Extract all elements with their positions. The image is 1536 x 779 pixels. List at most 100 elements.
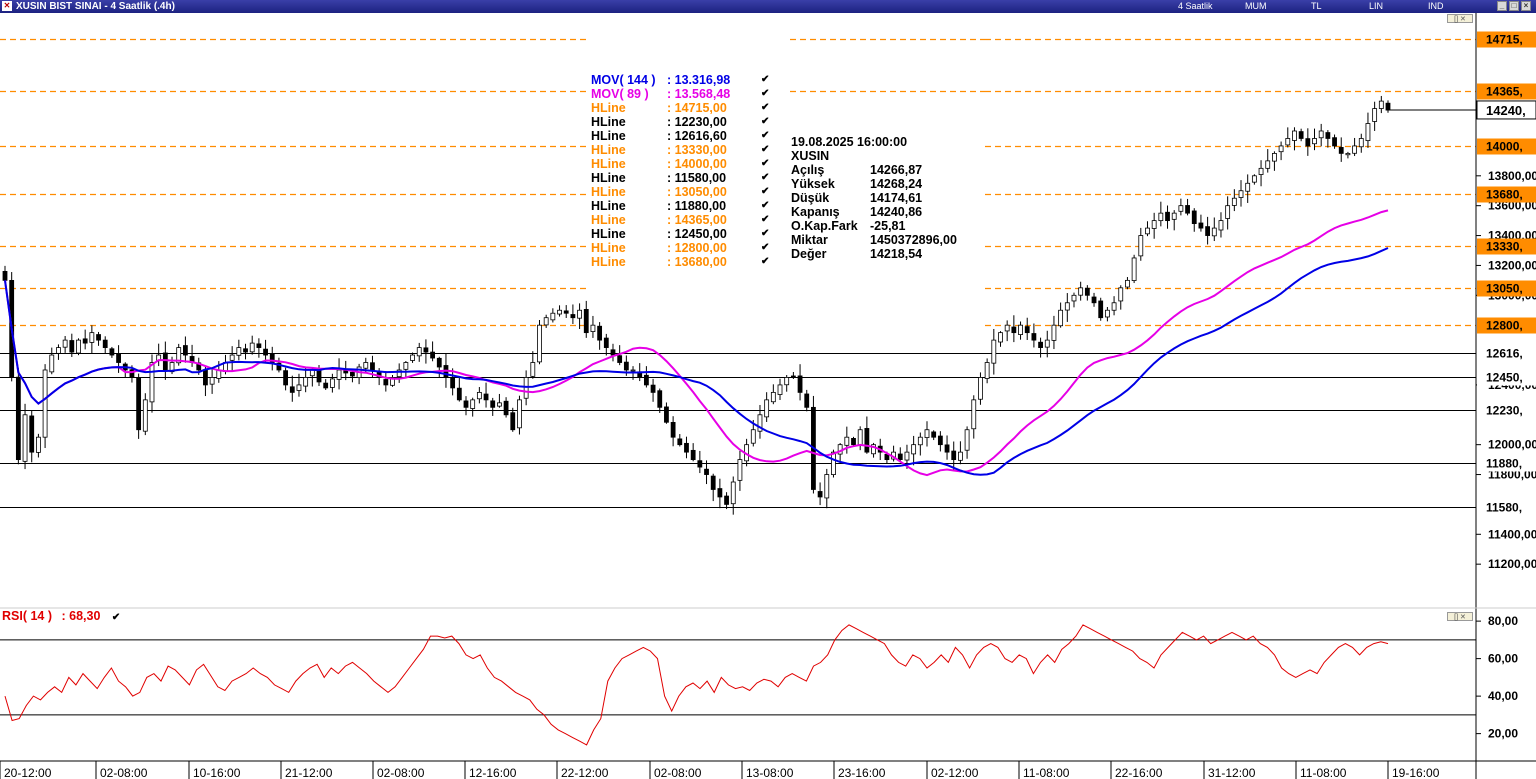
candle-body — [283, 370, 289, 386]
checkmark-icon[interactable]: ✔ — [761, 157, 769, 171]
time-tick-label: 02-08:00 — [654, 766, 702, 779]
candle — [22, 403, 28, 470]
candle-body — [543, 317, 549, 326]
price-pane — [0, 38, 1476, 515]
candle — [182, 336, 188, 363]
checkmark-icon[interactable]: ✔ — [761, 115, 769, 129]
checkmark-icon[interactable]: ✔ — [761, 227, 769, 241]
candle — [1158, 201, 1164, 227]
candle-body — [1098, 300, 1104, 319]
candle — [677, 434, 683, 447]
indicator-selector[interactable]: IND — [1428, 0, 1444, 13]
time-tick-label: 11-08:00 — [1300, 766, 1347, 779]
candle — [256, 338, 262, 358]
scale-selector[interactable]: LIN — [1369, 0, 1383, 13]
candle-body — [1338, 147, 1344, 154]
candle — [1325, 130, 1331, 148]
candle-body — [583, 309, 589, 334]
candle-body — [350, 371, 355, 377]
candle — [824, 468, 830, 509]
candle — [610, 343, 616, 362]
candle-body — [737, 459, 743, 481]
candle — [1365, 112, 1371, 148]
candle-body — [1305, 138, 1311, 147]
rsi-tick-label: 60,00 — [1488, 652, 1518, 666]
candle-body — [1372, 108, 1378, 122]
checkmark-icon[interactable]: ✔ — [761, 73, 769, 87]
time-tick-label: 02-08:00 — [100, 766, 148, 779]
period-selector[interactable]: 4 Saatlik — [1178, 0, 1213, 13]
candle-body — [704, 468, 709, 475]
legend-value: : 13330,00 — [667, 143, 727, 157]
checkmark-icon[interactable]: ✔ — [761, 255, 769, 269]
candle-body — [971, 399, 977, 430]
candle-body — [483, 393, 489, 401]
candle-body — [430, 351, 435, 359]
checkmark-icon[interactable]: ✔ — [112, 612, 120, 623]
checkmark-icon[interactable]: ✔ — [761, 101, 769, 115]
time-tick-label: 19-16:00 — [1392, 766, 1440, 779]
rsi-pane-options-button[interactable]: [] ✕ — [1447, 612, 1473, 621]
candle-body — [1251, 175, 1257, 183]
price-tick-label: 13800,00 — [1488, 169, 1536, 183]
checkmark-icon[interactable]: ✔ — [761, 129, 769, 143]
candle — [289, 375, 295, 402]
info-value: 14268,24 — [870, 177, 923, 191]
candle-body — [664, 406, 669, 423]
candle-body — [102, 339, 108, 348]
candle — [463, 396, 469, 416]
candle — [1225, 196, 1231, 230]
rsi-legend[interactable]: RSI( 14 ) : 68,30 ✔ — [2, 609, 120, 623]
candle-body — [537, 324, 542, 363]
candle — [1018, 321, 1023, 340]
candle-body — [1038, 341, 1043, 348]
checkmark-icon[interactable]: ✔ — [761, 143, 769, 157]
candle — [690, 443, 696, 462]
checkmark-icon[interactable]: ✔ — [761, 241, 769, 255]
info-key: Miktar — [791, 233, 828, 247]
candle — [497, 393, 502, 408]
candle — [176, 343, 182, 366]
legend-name: HLine — [591, 129, 626, 143]
checkmark-icon[interactable]: ✔ — [761, 171, 769, 185]
rsi-tick-label: 20,00 — [1488, 727, 1518, 741]
time-tick-label: 13-08:00 — [746, 766, 794, 779]
pane-options-button[interactable]: [] ✕ — [1447, 14, 1473, 23]
candle — [1191, 208, 1197, 232]
checkmark-icon[interactable]: ✔ — [761, 87, 769, 101]
candle — [958, 441, 963, 465]
checkmark-icon[interactable]: ✔ — [761, 213, 769, 227]
candle-body — [643, 374, 649, 386]
candle-body — [924, 429, 930, 438]
checkmark-icon[interactable]: ✔ — [761, 185, 769, 199]
minimize-icon[interactable]: _ — [1497, 1, 1507, 11]
close-icon[interactable]: × — [1521, 1, 1531, 11]
candle-body — [831, 451, 836, 475]
candle-body — [289, 386, 295, 393]
price-tick-label: 11200,00 — [1488, 557, 1536, 571]
candle-body — [1064, 302, 1070, 311]
candle-body — [383, 379, 389, 386]
info-key: O.Kap.Fark — [791, 219, 858, 233]
checkmark-icon[interactable]: ✔ — [761, 199, 769, 213]
maximize-icon[interactable]: □ — [1509, 1, 1519, 11]
candle-body — [1211, 227, 1217, 237]
candle-body — [1058, 309, 1064, 327]
candle — [931, 430, 937, 441]
candle — [710, 473, 716, 502]
legend-value: : 12800,00 — [667, 241, 727, 255]
candle-body — [1298, 131, 1304, 139]
window-title: XUSIN BIST SINAI - 4 Saatlik (.4h) — [16, 1, 175, 12]
title-bar: ✕ XUSIN BIST SINAI - 4 Saatlik (.4h) 4 S… — [0, 0, 1536, 13]
candle — [269, 346, 275, 371]
candle — [1231, 189, 1237, 212]
candle — [1064, 293, 1070, 322]
candle-body — [450, 377, 456, 389]
candle-body — [503, 400, 509, 416]
candle — [456, 377, 462, 402]
candle — [1125, 277, 1130, 290]
candle — [1218, 212, 1224, 238]
currency-selector[interactable]: TL — [1311, 0, 1322, 13]
info-row: Miktar 1450372896,00 — [791, 233, 957, 247]
chart-style-selector[interactable]: MUM — [1245, 0, 1267, 13]
